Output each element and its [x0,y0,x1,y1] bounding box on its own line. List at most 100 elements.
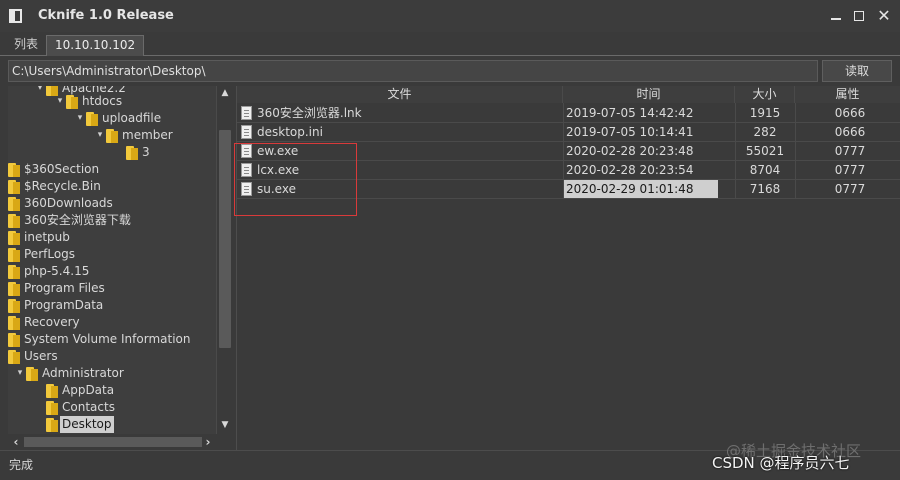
tree-item-label: AppData [62,383,115,397]
window-title: Cknife 1.0 Release [38,8,174,23]
highlight-box [234,143,357,216]
tree-item-label: 3 [142,145,150,159]
file-time: 2019-07-05 14:42:42 [566,106,694,120]
tree-item-label: 360安全浏览器下载 [24,213,131,227]
file-time-selected[interactable]: 2020-02-29 01:01:48 [564,180,718,198]
tree-item-label: Administrator [42,366,124,380]
title-bar: Cknife 1.0 Release ✕ [0,0,900,32]
folder-icon [8,231,20,245]
tree-item-label: Recovery [24,315,80,329]
folder-icon [8,197,20,211]
tree-item-label: System Volume Information [24,332,191,346]
column-divider [735,103,736,199]
tree-item-label: $360Section [24,162,100,176]
folder-icon [8,350,20,364]
file-attr: 0666 [834,125,866,139]
file-icon [241,125,252,139]
maximize-button[interactable] [850,7,868,25]
column-header-name[interactable]: 文件 [237,86,563,103]
tree-vertical-scrollbar[interactable]: ▲ ▼ [216,86,232,434]
file-attr: 0777 [834,144,866,158]
close-icon: ✕ [877,6,891,25]
tab-host[interactable]: 10.10.10.102 [46,35,145,56]
chevron-down-icon[interactable]: ▾ [16,365,24,382]
file-size: 282 [753,125,777,139]
tree-item-label: php-5.4.15 [24,264,90,278]
file-time: 2019-07-05 10:14:41 [566,125,694,139]
tree-item-label: Program Files [24,281,105,295]
minimize-button[interactable] [827,7,845,25]
folder-icon [8,180,20,194]
scroll-thumb[interactable] [24,437,202,447]
chevron-down-icon[interactable]: ▾ [56,93,64,110]
path-bar: C:\Users\Administrator\Desktop\ 读取 [0,56,900,86]
folder-icon [86,112,98,126]
folder-icon [8,214,20,228]
tree-item-label: htdocs [82,94,123,108]
tree-horizontal-scrollbar[interactable]: ‹ › [8,434,216,450]
file-icon [241,106,252,120]
column-header-attr[interactable]: 属性 [795,86,900,103]
scroll-right-icon[interactable]: › [200,434,216,450]
column-divider [563,103,564,199]
folder-icon [8,282,20,296]
tree-item-label: ProgramData [24,298,104,312]
folder-icon [8,265,20,279]
folder-icon [46,384,58,398]
table-row[interactable]: 360安全浏览器.lnk 2019-07-05 14:42:42 1915 06… [237,104,900,123]
watermark: CSDN @程序员六七 [712,454,850,472]
close-button[interactable]: ✕ [875,7,893,25]
app-icon [9,9,22,23]
tab-bar: 列表 10.10.10.102 [0,32,900,56]
file-list: 文件 时间 大小 属性 360安全浏览器.lnk 2019-07-05 14:4… [236,86,900,450]
folder-icon [8,248,20,262]
chevron-down-icon[interactable]: ▾ [96,127,104,144]
folder-icon [66,95,78,109]
maximize-icon [854,11,864,21]
path-input[interactable]: C:\Users\Administrator\Desktop\ [8,60,818,82]
file-name: desktop.ini [257,125,323,139]
folder-icon [126,146,138,160]
table-row[interactable]: desktop.ini 2019-07-05 10:14:41 282 0666 [237,123,900,142]
file-size: 55021 [745,144,785,158]
tree-item-label: inetpub [24,230,70,244]
tab-list[interactable]: 列表 [8,35,44,56]
scroll-thumb[interactable] [219,130,231,348]
read-button[interactable]: 读取 [822,60,892,82]
tree-item-label: $Recycle.Bin [24,179,101,193]
directory-tree: ▾ Apache2.2 ▾ htdocs ▾ uploadfile ▾ memb… [8,86,232,434]
minimize-icon [831,18,841,20]
column-header-time[interactable]: 时间 [563,86,735,103]
folder-icon [26,367,38,381]
scroll-left-icon[interactable]: ‹ [8,434,24,450]
file-attr: 0777 [834,163,866,177]
tree-item-label: Contacts [62,400,115,414]
folder-icon [8,299,20,313]
file-attr: 0777 [834,182,866,196]
tree-item-label: Users [24,349,58,363]
folder-icon [8,316,20,330]
column-divider [795,103,796,199]
file-size: 1915 [749,106,781,120]
scroll-down-icon[interactable]: ▼ [217,418,233,432]
folder-icon [8,333,20,347]
chevron-down-icon[interactable]: ▾ [76,110,84,127]
column-header-size[interactable]: 大小 [735,86,795,103]
tree-item-label: 360Downloads [24,196,113,210]
tree-item-label: PerfLogs [24,247,76,261]
tree-item-label: Desktop [60,416,114,433]
tree-item-label: uploadfile [102,111,162,125]
scroll-up-icon[interactable]: ▲ [217,86,233,100]
folder-icon [46,418,58,432]
folder-icon [106,129,118,143]
file-time: 2020-02-28 20:23:48 [566,144,694,158]
chevron-down-icon[interactable]: ▾ [36,86,44,97]
file-attr: 0666 [834,106,866,120]
file-time: 2020-02-28 20:23:54 [566,163,694,177]
file-name: 360安全浏览器.lnk [257,106,362,120]
folder-icon [46,401,58,415]
tree-item-label: member [122,128,173,142]
file-size: 8704 [749,163,781,177]
folder-icon [8,163,20,177]
file-size: 7168 [749,182,781,196]
